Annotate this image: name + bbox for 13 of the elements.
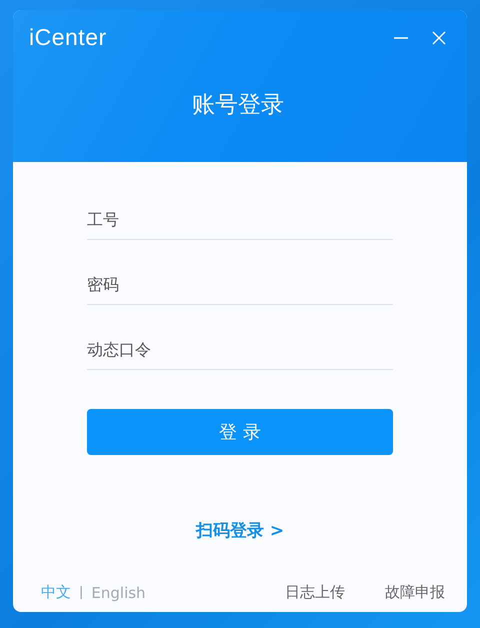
input-field[interactable]: 动态口令 [87,330,393,370]
input-field[interactable]: 工号 [87,200,393,240]
language-link[interactable]: 中文 [41,583,71,602]
footer-link[interactable]: 日志上传 [285,583,345,602]
login-button[interactable]: 登 录 [87,409,393,455]
close-icon[interactable] [431,30,447,46]
input-field[interactable]: 密码 [87,265,393,305]
separator: | [79,585,84,600]
app-logo: iCenter [29,24,107,51]
language-link[interactable]: English [91,584,146,602]
qr-login-link[interactable]: 扫码登录 > [196,519,284,542]
window-title: 账号登录 [192,91,284,120]
footer-link[interactable]: 故障申报 [385,583,445,602]
